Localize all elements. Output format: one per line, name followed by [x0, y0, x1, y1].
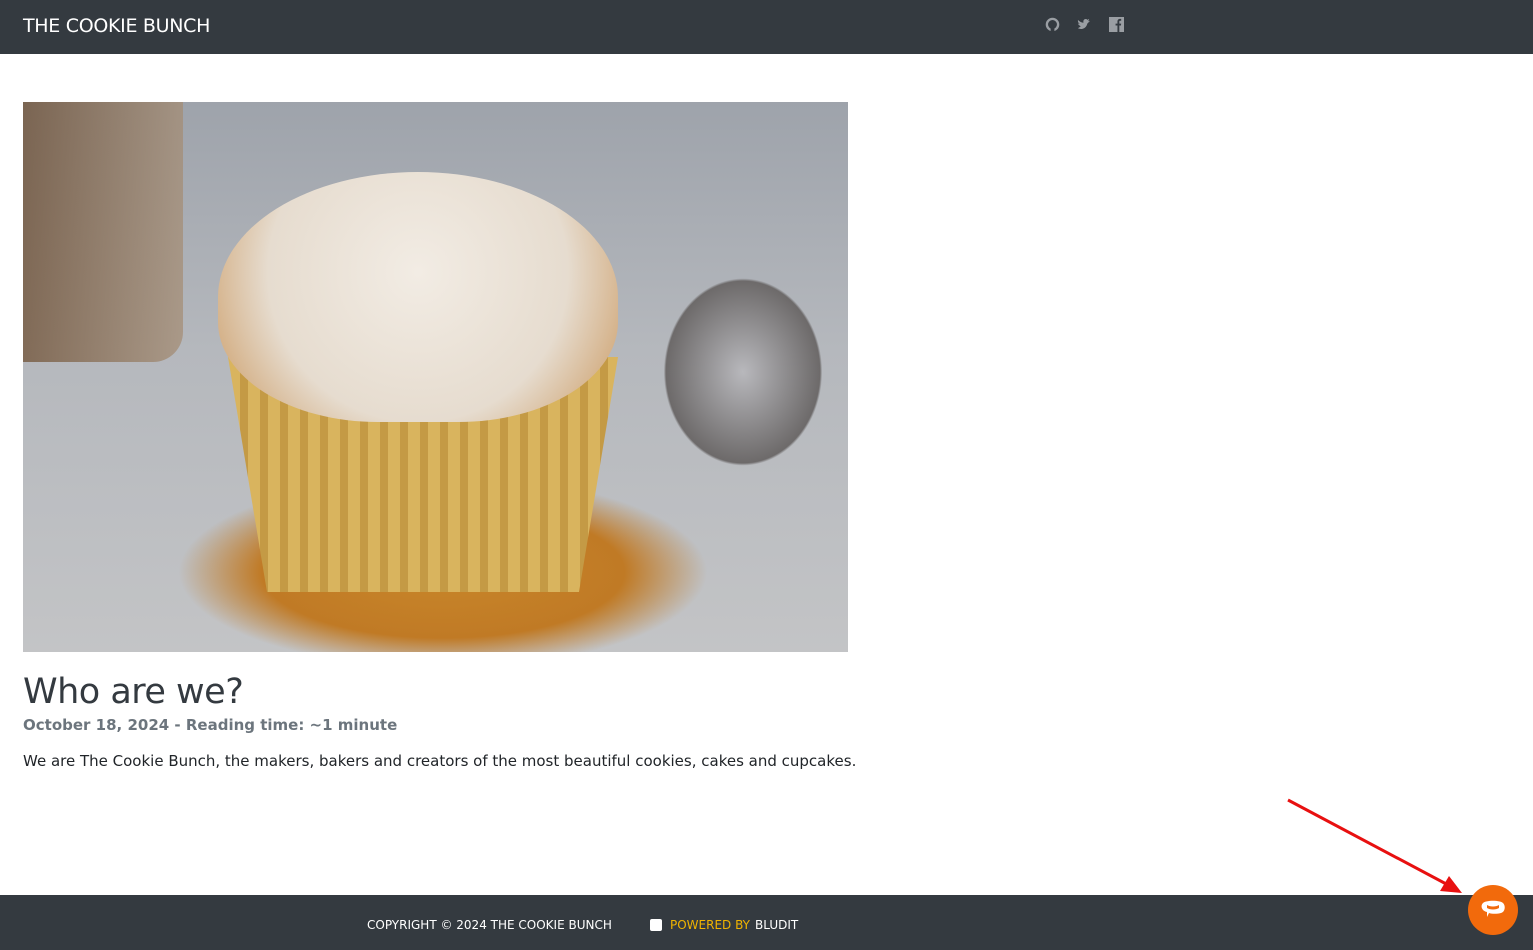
github-icon[interactable] [1045, 17, 1060, 32]
chat-widget-button[interactable] [1468, 885, 1518, 935]
twitter-icon[interactable] [1077, 17, 1092, 32]
jar-shape [23, 102, 183, 362]
footer: COPYRIGHT © 2024 THE COOKIE BUNCH POWERE… [0, 895, 1533, 950]
social-links [1045, 17, 1124, 32]
post-cover-image [23, 102, 848, 652]
powered-by: POWERED BY BLUDIT [650, 918, 798, 932]
chat-bubble-icon [1481, 900, 1505, 917]
facebook-icon[interactable] [1109, 17, 1124, 32]
bludit-link[interactable]: BLUDIT [755, 918, 798, 932]
post-body: We are The Cookie Bunch, the makers, bak… [23, 752, 857, 770]
powered-by-label: POWERED BY [670, 918, 751, 932]
cupcake-frosting [218, 172, 618, 422]
post-meta: October 18, 2024 - Reading time: ~1 minu… [23, 716, 398, 734]
bludit-logo-icon [650, 919, 662, 931]
site-brand[interactable]: THE COOKIE BUNCH [23, 15, 210, 37]
copyright-text: COPYRIGHT © 2024 THE COOKIE BUNCH [367, 918, 612, 932]
post-title[interactable]: Who are we? [23, 672, 244, 712]
top-navbar: THE COOKIE BUNCH [0, 0, 1533, 54]
